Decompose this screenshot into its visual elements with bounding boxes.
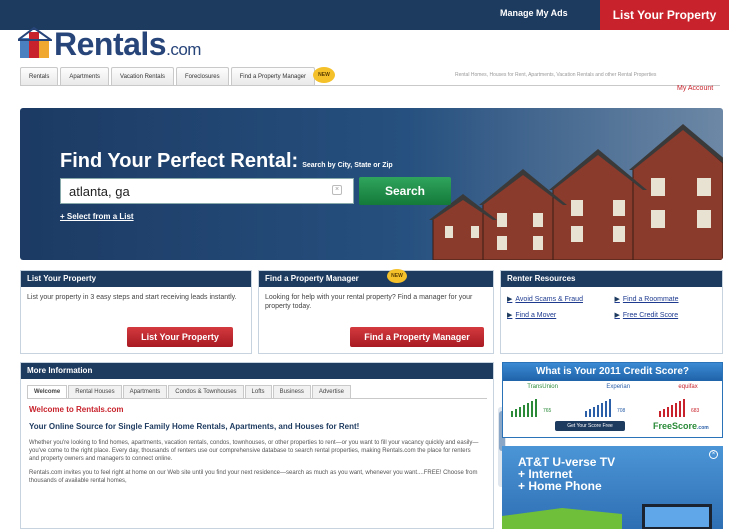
score-value: 708 bbox=[617, 408, 626, 414]
clear-search-icon[interactable]: × bbox=[332, 185, 342, 195]
tab-foreclosures[interactable]: Foreclosures bbox=[175, 67, 229, 85]
nav-divider bbox=[20, 85, 720, 86]
list-property-top-button[interactable]: List Your Property bbox=[600, 0, 729, 30]
free-credit-score-link[interactable]: ▶ Free Credit Score bbox=[615, 311, 717, 319]
get-score-button[interactable]: Get Your Score Free bbox=[555, 421, 625, 431]
welcome-paragraph: Rentals.com invites you to feel right at… bbox=[29, 470, 478, 484]
panel-text: List your property in 3 easy steps and s… bbox=[27, 294, 237, 301]
info-content: Welcome to Rentals.com Your Online Sourc… bbox=[21, 399, 493, 497]
renter-resources-panel: Renter Resources ▶ Avoid Scams & Fraud ▶ F… bbox=[500, 270, 723, 354]
location-search-input[interactable]: atlanta, ga bbox=[60, 178, 354, 204]
hero-search-banner: Find Your Perfect Rental: Search by City,… bbox=[20, 108, 723, 260]
info-tab-advertise[interactable]: Advertise bbox=[311, 385, 351, 398]
search-button[interactable]: Search bbox=[359, 177, 451, 205]
score-bars-graphic bbox=[511, 399, 685, 417]
score-value: 683 bbox=[691, 408, 700, 414]
tab-find-property-manager[interactable]: Find a Property Manager bbox=[230, 67, 316, 85]
manage-ads-link[interactable]: Manage My Ads bbox=[500, 8, 568, 18]
tab-vacation-rentals[interactable]: Vacation Rentals bbox=[111, 67, 174, 85]
bureau-label: TransUnion bbox=[527, 384, 558, 390]
renter-resources-links: ▶ Avoid Scams & Fraud ▶ Find a Roommate ▶ F… bbox=[501, 287, 722, 327]
new-badge: NEW bbox=[313, 67, 336, 83]
main-nav-tabs: Rentals Apartments Vacation Rentals Fore… bbox=[20, 67, 336, 85]
freescore-logo: FreeScore.com bbox=[653, 421, 709, 431]
info-tab-apartments[interactable]: Apartments bbox=[122, 385, 168, 398]
bureau-label: equifax bbox=[678, 384, 698, 390]
panel-title: List Your Property bbox=[21, 271, 251, 287]
arrow-right-icon: ▶ bbox=[507, 296, 513, 303]
property-manager-panel: Find a Property Manager NEW Looking for … bbox=[258, 269, 494, 354]
find-property-manager-button[interactable]: Find a Property Manager bbox=[350, 327, 484, 347]
info-tabs: Welcome Rental Houses Apartments Condos … bbox=[27, 385, 487, 399]
list-property-button[interactable]: List Your Property bbox=[127, 327, 233, 347]
info-tab-condos[interactable]: Condos & Townhouses bbox=[168, 385, 244, 398]
info-tab-lofts[interactable]: Lofts bbox=[244, 385, 272, 398]
welcome-subheading: Your Online Source for Single Family Hom… bbox=[29, 422, 360, 431]
bureau-label: Experian bbox=[606, 384, 631, 390]
tv-graphic bbox=[502, 504, 712, 529]
welcome-paragraph: Whether you're looking to find homes, ap… bbox=[29, 440, 479, 462]
panel-title: Renter Resources bbox=[501, 271, 722, 287]
arrow-right-icon: ▶ bbox=[614, 296, 620, 303]
find-mover-link[interactable]: ▶ Find a Mover bbox=[507, 311, 609, 319]
new-badge: NEW bbox=[387, 269, 407, 283]
att-uverse-ad[interactable]: AT&T U-verse TV + Internet + Home Phone … bbox=[502, 446, 723, 529]
select-from-list-link[interactable]: + Select from a List bbox=[60, 212, 134, 221]
score-value: 765 bbox=[543, 408, 552, 414]
avoid-scams-link[interactable]: ▶ Avoid Scams & Fraud bbox=[507, 295, 609, 303]
panel-title: More Information bbox=[21, 363, 493, 379]
arrow-right-icon: ▶ bbox=[614, 312, 620, 319]
ad-headline: What is Your 2011 Credit Score? bbox=[503, 363, 722, 381]
hero-title: Find Your Perfect Rental: Search by City,… bbox=[60, 150, 393, 172]
more-information-panel: More Information Welcome Rental Houses A… bbox=[20, 362, 506, 529]
bureau-labels: TransUnion Experian equifax bbox=[503, 381, 722, 390]
arrow-right-icon: ▶ bbox=[507, 312, 513, 319]
welcome-heading: Welcome to Rentals.com bbox=[29, 405, 124, 414]
credit-score-ad[interactable]: What is Your 2011 Credit Score? TransUni… bbox=[502, 362, 723, 438]
my-account-link[interactable]: My Account bbox=[677, 85, 713, 92]
info-tab-business[interactable]: Business bbox=[272, 385, 311, 398]
panel-text: Looking for help with your rental proper… bbox=[265, 294, 473, 310]
list-property-panel: List Your Property List your property in… bbox=[20, 270, 252, 354]
find-roommate-link[interactable]: ▶ Find a Roommate bbox=[615, 295, 717, 303]
close-ad-icon[interactable]: × bbox=[709, 450, 718, 459]
info-tab-welcome[interactable]: Welcome bbox=[27, 385, 68, 398]
site-tagline: Rental Homes, Houses for Rent, Apartment… bbox=[455, 72, 657, 78]
brand-name: Rentals.com bbox=[54, 26, 201, 62]
tab-apartments[interactable]: Apartments bbox=[60, 67, 110, 85]
ad-text: AT&T U-verse TV + Internet + Home Phone bbox=[518, 455, 616, 493]
tab-rentals[interactable]: Rentals bbox=[20, 67, 59, 85]
panel-title: Find a Property Manager NEW bbox=[259, 269, 493, 287]
house-logo-icon bbox=[18, 26, 52, 58]
info-tab-rental-houses[interactable]: Rental Houses bbox=[68, 385, 122, 398]
